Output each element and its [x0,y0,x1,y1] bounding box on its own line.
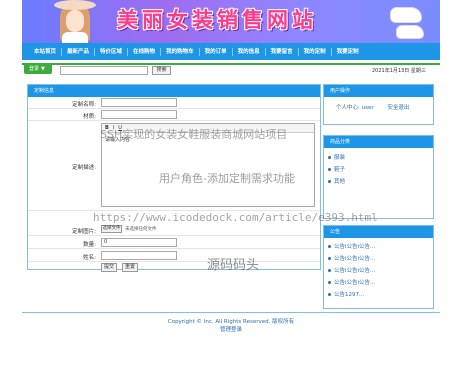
nav-my-custom[interactable]: 我的定制 [299,47,332,56]
realname-label: 姓名: [83,255,96,261]
footer-divider [22,312,440,313]
bold-button[interactable]: B [105,125,109,131]
notice-item[interactable]: 公告i公告i公告... [324,241,433,253]
custom-form-panel: 定制信息 定制名称: 材质: 定制描述: B I U 请输入内容 定制图片: 选… [27,84,321,272]
notice-item[interactable]: 公告i公告i公告... [324,253,433,265]
login-label: 登录 [29,66,40,72]
bullet-icon [328,245,331,248]
editor-content[interactable]: 请输入内容 [102,133,314,146]
row-description: 定制描述: B I U 请输入内容 [28,121,320,211]
user-center-link[interactable]: 个人中心: user [336,105,374,111]
top-toolbar: 登录 ▼ 搜索 2021年1月13日 星期三 [22,63,440,75]
bullet-icon [328,293,331,296]
main-nav: 本站首页 最新产品 特价区域 在线购物 我的购物车 我的订单 我的信息 我要留言… [22,43,440,60]
description-editor[interactable]: B I U 请输入内容 [101,123,315,207]
logout-link[interactable]: 安全退出 [387,105,409,111]
nav-shopping[interactable]: 在线购物 [128,47,162,56]
row-image: 定制图片: 选择文件 未选择任何文件 [28,223,320,236]
copyright-text: Copyright © Inc. All Rights Reserved. 版权… [167,319,295,325]
model-photo [54,0,96,43]
category-item[interactable]: 鞋子 [324,164,433,176]
material-input[interactable] [101,110,177,119]
choose-file-button[interactable]: 选择文件 [101,225,122,233]
site-banner: 美丽女装销售网站 [22,0,440,43]
category-item[interactable]: 其他 [324,176,433,188]
description-label: 定制描述: [72,165,96,171]
user-panel: 用户操作 个人中心: user 安全退出 [323,84,434,125]
notice-header: 公告 [324,226,433,238]
realname-input[interactable] [101,251,177,260]
name-input[interactable] [101,98,177,107]
nav-home[interactable]: 本站首页 [29,47,63,56]
quantity-input[interactable]: 0 [101,238,177,247]
file-status: 未选择任何文件 [125,227,157,232]
nav-new-products[interactable]: 最新产品 [62,47,96,56]
category-panel: 商品分类 服装 鞋子 其他 [323,135,434,219]
bullet-icon [328,168,331,171]
notice-item[interactable]: 公告i公告i公告... [324,265,433,277]
row-material: 材质: [28,109,320,121]
login-arrow-icon: ▼ [41,66,45,72]
form-header: 定制信息 [28,85,320,97]
bullet-icon [328,269,331,272]
editor-toolbar: B I U [102,124,314,133]
category-header: 商品分类 [324,136,433,148]
underline-button[interactable]: U [118,125,122,131]
nav-cart[interactable]: 我的购物车 [161,47,200,56]
notice-panel: 公告 公告i公告i公告... 公告i公告i公告... 公告i公告i公告... 公… [323,225,434,309]
quantity-label: 数量: [83,242,96,248]
footer: Copyright © Inc. All Rights Reserved. 版权… [22,318,440,334]
bullet-icon [328,257,331,260]
shoe-photo [387,6,427,42]
search-input[interactable] [60,66,148,75]
user-panel-header: 用户操作 [324,85,433,97]
row-quantity: 数量: 0 [28,236,320,249]
nav-message[interactable]: 我要留言 [266,47,299,56]
italic-button[interactable]: I [113,125,114,131]
category-item[interactable]: 服装 [324,152,433,164]
nav-custom-request[interactable]: 我要定制 [332,48,364,56]
submit-button[interactable]: 提交 [101,263,117,272]
image-label: 定制图片: [72,229,96,235]
bullet-icon [328,156,331,159]
site-title: 美丽女装销售网站 [117,8,317,32]
nav-my-info[interactable]: 我的信息 [233,47,266,56]
reset-button[interactable]: 重置 [122,263,138,272]
search-button[interactable]: 搜索 [152,66,171,75]
admin-login-link[interactable]: 管理登录 [22,326,440,334]
current-date: 2021年1月13日 星期三 [372,68,426,74]
nav-orders[interactable]: 我的订单 [200,47,233,56]
notice-item[interactable]: 公告i公告i公告... [324,277,433,289]
material-label: 材质: [83,114,96,120]
name-label: 定制名称: [72,102,96,108]
bullet-icon [328,180,331,183]
notice-item[interactable]: 公告1297... [324,289,433,301]
nav-specials[interactable]: 特价区域 [95,47,129,56]
bullet-icon [328,281,331,284]
row-realname: 姓名: [28,249,320,262]
row-name: 定制名称: [28,97,320,109]
main-content: 定制信息 定制名称: 材质: 定制描述: B I U 请输入内容 定制图片: 选… [22,78,440,371]
login-tab[interactable]: 登录 ▼ [24,65,52,74]
